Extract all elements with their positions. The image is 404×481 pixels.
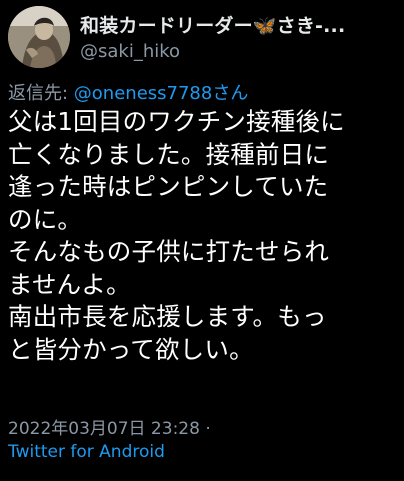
display-name[interactable]: 和装カードリーダー🦋さき-... (80, 11, 345, 38)
avatar[interactable] (8, 6, 70, 68)
tweet-body-line: 亡くなりました。接種前日に (8, 139, 330, 169)
user-handle[interactable]: @saki_hiko (80, 41, 180, 62)
tweet-timestamp[interactable]: 2022年03月07日 23:28 · (8, 414, 211, 439)
replying-prefix-label: 返信先: (8, 83, 74, 104)
avatar-photo-icon (8, 6, 70, 68)
tweet-body-line: ませんよ。 (8, 269, 131, 299)
tweet-body-line: のに。 (8, 204, 83, 234)
tweet-body-line: 南出市長を応援します。もっ (8, 302, 327, 331)
replying-to-line: 返信先: @oneness7788さん (8, 79, 248, 105)
display-name-row[interactable]: 和装カードリーダー🦋さき-... (80, 10, 380, 38)
tweet-body: 父は1回目のワクチン接種後に 亡くなりました。接種前日に 逢った時はピンピンして… (8, 106, 400, 366)
replying-to-mention-link[interactable]: @oneness7788さん (74, 83, 249, 104)
tweet-body-line: と皆分かって欲しい。 (8, 334, 254, 364)
tweet-card: 和装カードリーダー🦋さき-... @saki_hiko 返信先: @onenes… (0, 0, 404, 481)
tweet-body-line: 逢った時はピンピンしていた (8, 172, 329, 201)
tweet-source-link[interactable]: Twitter for Android (8, 442, 165, 462)
tweet-body-line: そんなもの子供に打たせられ (8, 237, 330, 266)
tweet-body-line: 父は1回目のワクチン接種後に (8, 107, 345, 136)
